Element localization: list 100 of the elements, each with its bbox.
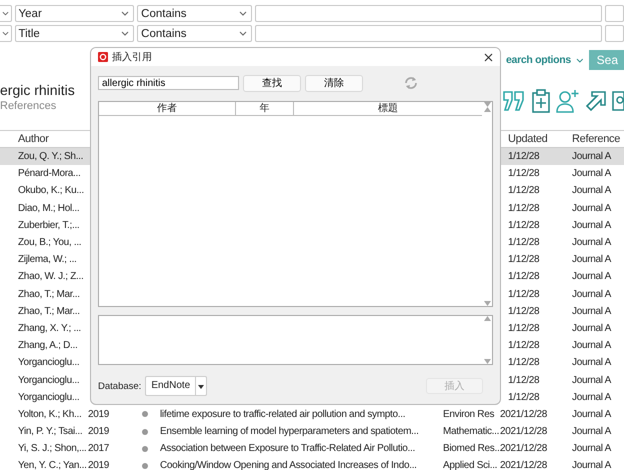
table-cell: Zhang, X. Y.; ... xyxy=(18,322,81,334)
status-dot xyxy=(142,446,148,452)
table-cell: Journal A xyxy=(572,202,611,214)
table-cell: Diao, M.; Hol... xyxy=(18,202,80,214)
column-header[interactable]: Author xyxy=(0,133,88,145)
table-cell: 1/12/28 xyxy=(508,322,540,334)
column-header[interactable]: 作者 xyxy=(99,102,236,115)
table-cell: 2021/12/28 xyxy=(500,460,548,470)
search-options-link[interactable]: earch options xyxy=(506,54,571,66)
table-cell: Journal A xyxy=(572,306,611,317)
table-cell: Journal A xyxy=(572,288,611,300)
chevron-icon xyxy=(2,31,9,36)
column-header[interactable]: Reference xyxy=(572,133,620,145)
table-cell: 1/12/28 xyxy=(508,202,540,214)
scroll-down-icon[interactable] xyxy=(484,102,490,107)
status-dot xyxy=(142,462,148,469)
status-dot xyxy=(142,428,148,435)
table-cell: Journal A xyxy=(572,426,611,438)
table-cell: 1/12/28 xyxy=(508,185,540,196)
table-cell: 1/12/28 xyxy=(508,374,540,386)
table-cell: Zijlema, W.; ... xyxy=(18,254,77,266)
chevron-icon xyxy=(121,31,130,36)
arrow-icon[interactable] xyxy=(585,90,607,112)
table-cell: 2019 xyxy=(88,426,110,438)
table-cell: Journal A xyxy=(572,271,611,282)
clipboard-plus-icon[interactable] xyxy=(531,89,551,113)
refresh-icon[interactable] xyxy=(403,76,419,90)
table-cell: lifetime exposure to traffic-related air pollution and sympto... xyxy=(160,408,406,420)
field-dropdown[interactable]: Title xyxy=(14,25,134,42)
caret-icon xyxy=(198,384,204,388)
table-cell: 2019 xyxy=(88,408,110,420)
table-row[interactable]: Yin, P. Y.; Tsai... 2019 Ensemble learning of model hyperparameters and spatiotem... Mathematic...2021/12/28 Journal A xyxy=(0,423,624,440)
search-field[interactable] xyxy=(254,5,602,22)
clear-button[interactable]: 清除 xyxy=(305,74,363,92)
table-row[interactable]: Yi, S. J.; Shon,...2017 Association between Exposure to Traffic-Related Air Pollutio... Biomed Res...2021/12/28 Journal A xyxy=(0,440,624,458)
quote-icon[interactable] xyxy=(502,90,526,112)
table-cell: Zhao, T.; Mar... xyxy=(18,288,80,300)
search-field[interactable] xyxy=(254,25,602,42)
operator-dropdown[interactable]: Contains xyxy=(137,5,252,22)
field-dropdown[interactable]: Year xyxy=(14,5,134,22)
table-cell: Journal A xyxy=(572,357,611,368)
table-cell: 1/12/28 xyxy=(508,271,540,282)
table-cell: Yen, Y. C.; Yan... xyxy=(18,460,87,470)
table-cell: Zou, B.; You, ... xyxy=(18,237,82,248)
table-cell: Journal A xyxy=(572,220,611,231)
table-cell: Journal A xyxy=(572,460,611,470)
table-cell: Pénard-Mora... xyxy=(18,168,80,180)
table-cell: 2021/12/28 xyxy=(500,408,548,420)
table-cell: Biomed Res... xyxy=(443,443,502,454)
table-cell: Journal A xyxy=(572,443,611,454)
database-label: Database: xyxy=(98,380,142,392)
table-cell: 1/12/28 xyxy=(508,254,540,266)
table-cell: Journal A xyxy=(572,322,611,334)
table-cell: Zhao, T.; Mar... xyxy=(18,306,80,317)
table-cell: Environ Res xyxy=(443,408,494,420)
scrollbar[interactable] xyxy=(482,316,492,364)
table-cell: Yin, P. Y.; Tsai... xyxy=(18,426,82,438)
operator-dropdown[interactable]: Contains xyxy=(137,25,252,42)
table-cell: 1/12/28 xyxy=(508,306,540,317)
scroll-down-icon[interactable] xyxy=(484,301,490,306)
table-cell: 1/12/28 xyxy=(508,340,540,352)
scroll-down-icon[interactable] xyxy=(484,359,490,364)
table-cell: Journal A xyxy=(572,151,611,162)
search-field[interactable] xyxy=(604,25,624,42)
table-cell: 1/12/28 xyxy=(508,357,540,368)
table-row[interactable]: Yolton, K.; Kh... 2019 lifetime exposure to traffic-related air pollution and sympto... Environ Res 2021/12/28 Journal A xyxy=(0,406,624,423)
table-cell: Yorgancioglu... xyxy=(18,357,80,368)
group-subtitle: References xyxy=(0,100,58,112)
table-cell: 1/12/28 xyxy=(508,168,540,180)
table-cell: 1/12/28 xyxy=(508,288,540,300)
scroll-up-icon[interactable] xyxy=(484,107,490,112)
scroll-up-icon[interactable] xyxy=(484,316,490,321)
status-dot xyxy=(142,411,148,418)
search-field[interactable] xyxy=(604,5,624,22)
search-document-icon[interactable] xyxy=(612,90,624,112)
table-cell: Journal A xyxy=(572,374,611,386)
column-header[interactable]: 標題 xyxy=(294,102,482,115)
table-cell: Journal A xyxy=(572,185,611,196)
table-cell: 2017 xyxy=(88,443,110,454)
find-button[interactable]: 查找 xyxy=(243,74,301,92)
table-cell: 1/12/28 xyxy=(508,220,540,231)
table-cell: Journal A xyxy=(572,340,611,352)
table-cell: Zhao, W. J.; Z... xyxy=(18,271,84,282)
table-cell: 1/12/28 xyxy=(508,237,540,248)
chevron-icon xyxy=(238,31,247,36)
column-header[interactable]: 年 xyxy=(236,102,294,115)
table-cell: 2021/12/28 xyxy=(500,443,548,454)
app-icon xyxy=(98,52,108,62)
dialog-title: 插入引用 xyxy=(112,50,152,64)
add-person-icon[interactable] xyxy=(556,89,580,113)
column-header[interactable]: Updated xyxy=(508,133,548,145)
table-cell: Yorgancioglu... xyxy=(18,392,80,403)
search-field[interactable]: allergic rhinitis xyxy=(98,76,239,90)
scrollbar[interactable] xyxy=(482,102,492,306)
chevron-icon xyxy=(238,11,247,16)
database-dropdown[interactable]: EndNote xyxy=(145,376,208,396)
close-icon[interactable] xyxy=(484,52,493,62)
table-cell: Journal A xyxy=(572,254,611,266)
table-cell: Ensemble learning of model hyperparameters and spatiotem... xyxy=(160,426,419,438)
chevron-icon xyxy=(2,11,9,16)
